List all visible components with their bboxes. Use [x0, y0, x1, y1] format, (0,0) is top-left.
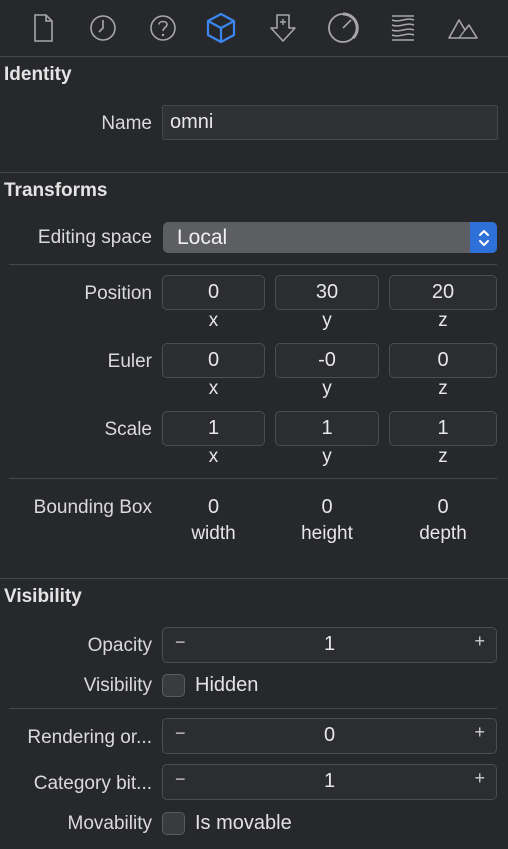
opacity-stepper[interactable]: − 1 + [162, 627, 497, 663]
clock-icon[interactable] [87, 12, 119, 44]
visibility-divider [9, 708, 497, 709]
position-z-field[interactable]: 20 [389, 275, 497, 310]
physics-arrow-icon[interactable] [267, 12, 299, 44]
category-bit-stepper[interactable]: − 1 + [162, 764, 497, 800]
chevron-updown-icon [470, 222, 497, 253]
euler-z-field[interactable]: 0 [389, 343, 497, 378]
bounding-box-depth-label: depth [419, 523, 467, 544]
name-value: omni [170, 111, 214, 133]
scale-z-field[interactable]: 1 [389, 411, 497, 446]
is-movable-label: Is movable [195, 812, 292, 834]
editing-space-value: Local [177, 225, 228, 249]
visibility-section-title: Visibility [4, 586, 82, 607]
help-icon[interactable] [147, 12, 179, 44]
scale-z-axis-label: z [438, 446, 448, 467]
scale-y-axis-label: y [322, 446, 332, 467]
mountain-icon[interactable] [447, 12, 479, 44]
scene-layers-icon[interactable] [387, 12, 419, 44]
material-circle-icon[interactable] [327, 12, 359, 44]
position-x-axis-label: x [208, 310, 219, 331]
name-field[interactable]: omni [162, 105, 498, 140]
scale-x-axis-label: x [208, 446, 219, 467]
position-y-field[interactable]: 30 [275, 275, 379, 310]
scale-divider [9, 478, 497, 479]
scale-y-field[interactable]: 1 [275, 411, 379, 446]
identity-section-title: Identity [4, 64, 72, 85]
inspector-toolbar [0, 0, 508, 56]
euler-y-axis-label: y [322, 378, 332, 399]
transforms-divider [0, 578, 508, 579]
position-label: Position [84, 283, 152, 304]
scale-x-field[interactable]: 1 [162, 411, 265, 446]
identity-divider [0, 172, 508, 173]
category-bit-increment-button[interactable]: + [474, 768, 485, 789]
opacity-value: 1 [323, 633, 336, 655]
position-z-axis-label: z [438, 310, 448, 331]
rendering-order-stepper[interactable]: − 0 + [162, 718, 497, 754]
hidden-label: Hidden [195, 674, 259, 696]
rendering-order-increment-button[interactable]: + [474, 722, 485, 743]
scale-label: Scale [104, 419, 152, 440]
is-movable-checkbox[interactable] [162, 812, 185, 835]
bounding-box-height-value: 0 [321, 496, 333, 518]
rendering-order-value: 0 [323, 724, 336, 746]
name-label: Name [101, 113, 152, 134]
movability-label: Movability [67, 813, 152, 834]
editing-space-label: Editing space [37, 227, 152, 248]
category-bit-label: Category bit... [33, 773, 152, 794]
transforms-section-title: Transforms [4, 180, 108, 201]
euler-x-axis-label: x [208, 378, 219, 399]
node-cube-icon[interactable] [205, 12, 237, 44]
euler-x-field[interactable]: 0 [162, 343, 265, 378]
opacity-increment-button[interactable]: + [474, 631, 485, 652]
euler-label: Euler [107, 351, 152, 372]
toolbar-divider [0, 56, 508, 57]
position-x-field[interactable]: 0 [162, 275, 265, 310]
bounding-box-depth-value: 0 [437, 496, 449, 518]
hidden-checkbox[interactable] [162, 674, 185, 697]
editing-space-divider [9, 264, 497, 265]
file-icon[interactable] [27, 12, 59, 44]
bounding-box-width-value: 0 [207, 496, 220, 518]
position-y-axis-label: y [322, 310, 332, 331]
bounding-box-height-label: height [301, 523, 353, 544]
bounding-box-width-label: width [191, 523, 236, 544]
category-bit-value: 1 [323, 770, 336, 792]
editing-space-select[interactable]: Local [163, 222, 497, 253]
visibility-label: Visibility [83, 675, 152, 696]
opacity-label: Opacity [87, 635, 152, 656]
euler-y-field[interactable]: -0 [275, 343, 379, 378]
rendering-order-label: Rendering or... [27, 727, 152, 748]
bounding-box-label: Bounding Box [33, 497, 152, 518]
euler-z-axis-label: z [438, 378, 448, 399]
